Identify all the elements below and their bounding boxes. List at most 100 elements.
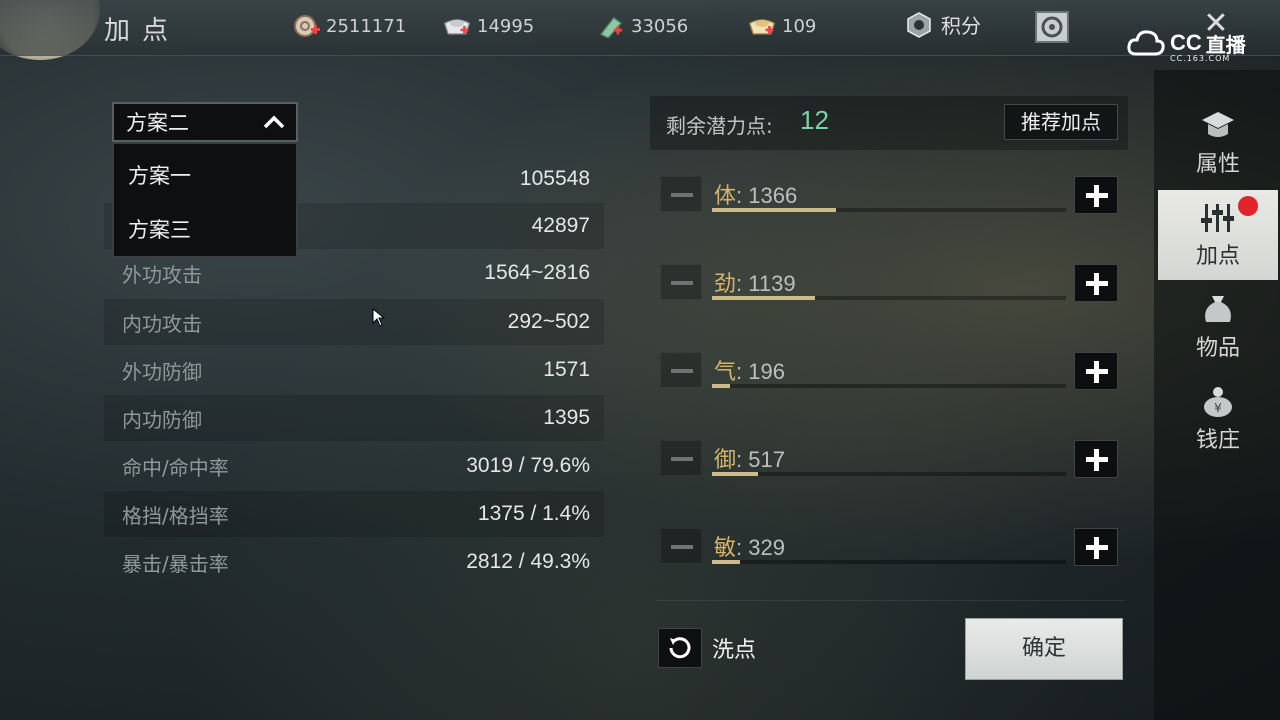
currency-gold[interactable]: 109 [748,12,816,40]
watermark-brand: CC [1170,30,1202,55]
decrease-button[interactable] [660,528,702,564]
attribute-name: 体 [714,184,737,209]
settings-button[interactable] [1032,8,1072,46]
attribute-separator: : [736,447,749,472]
stat-row: 内功防御 1395 [104,395,604,441]
plan-dropdown-menu: 方案一 方案三 [112,144,298,258]
attribute-name: 劲 [714,272,737,297]
money-bag-icon: ¥ [1204,387,1232,417]
stat-row: 外功防御 1571 [104,347,604,393]
cloud-icon [1127,30,1165,56]
attribute-bar-fill [712,472,759,476]
stat-label: 内功攻击 [122,311,202,336]
notification-dot [1238,196,1258,216]
stat-row: 命中/命中率 3019 / 79.6% [104,443,604,489]
attribute-bar-fill [712,208,836,212]
top-bar: 加点 2511171 14995 33056 109 积分 ✕ CC 直播 CC… [0,0,1280,63]
attribute-text: 气: 196 [714,354,785,386]
decrease-button[interactable] [660,264,702,300]
increase-button[interactable] [1074,352,1118,390]
recommend-button[interactable]: 推荐加点 [1004,104,1118,140]
decrease-button[interactable] [660,176,702,212]
attribute-text: 敏: 329 [714,530,785,562]
plan-option[interactable]: 方案一 [128,160,191,190]
cc-live-watermark: CC 直播 CC.163.COM [1126,26,1246,63]
tab-add-points[interactable]: 加点 [1158,190,1278,280]
stat-value: 1564~2816 [484,261,590,284]
attribute-separator: : [736,359,749,384]
plan-dropdown[interactable]: 方案二 [112,102,298,142]
watermark-sub: CC.163.COM [1170,54,1231,63]
currency-jade[interactable]: 33056 [597,12,688,40]
stat-row: 暴击/暴击率 2812 / 49.3% [104,539,604,585]
attribute-value: 196 [748,359,785,384]
confirm-button[interactable]: 确定 [965,618,1123,680]
stat-row: 内功攻击 292~502 [104,299,604,345]
potential-value: 12 [800,105,829,135]
increase-button[interactable] [1074,440,1118,478]
increase-button[interactable] [1074,176,1118,214]
attribute-name: 御 [714,448,737,473]
stat-row: 格挡/格挡率 1375 / 1.4% [104,491,604,537]
stat-label: 外功攻击 [122,262,202,287]
attribute-row-qi: 气: 196 [660,352,1122,402]
side-tabs: 属性 加点 物品 ¥ 钱庄 [1154,70,1280,720]
coin-plus-icon [294,15,320,37]
attribute-bar [712,560,1066,564]
stat-value: 292~502 [507,310,590,333]
badge-icon [907,11,931,38]
attribute-bar-fill [712,560,741,564]
attribute-value: 517 [748,447,785,472]
currency-value: 109 [782,15,817,37]
mouse-cursor-icon [372,308,386,327]
increase-button[interactable] [1074,264,1118,302]
tab-bank[interactable]: ¥ 钱庄 [1158,374,1278,464]
svg-text:¥: ¥ [1214,401,1222,415]
attribute-name: 敏 [714,536,737,561]
reset-label: 洗点 [712,638,757,663]
attribute-bar-fill [712,296,815,300]
reset-icon-frame [658,628,702,668]
attribute-value: 329 [748,535,785,560]
attribute-bar [712,384,1066,388]
page-title: 加点 [104,16,181,46]
reset-points-button[interactable]: 洗点 [658,628,756,668]
tab-items[interactable]: 物品 [1158,282,1278,372]
currency-value: 33056 [631,15,689,37]
currency-coin[interactable]: 2511171 [292,12,406,40]
silver-ingot-plus-icon [443,19,471,35]
tab-attributes[interactable]: 属性 [1158,98,1278,188]
attribute-row-yu: 御: 517 [660,440,1122,490]
currency-silver[interactable]: 14995 [443,12,534,40]
seal-icon [1035,11,1069,43]
increase-button[interactable] [1074,528,1118,566]
stat-value: 42897 [531,214,590,237]
attribute-value: 1139 [748,271,796,296]
stat-value: 1395 [543,406,590,429]
currency-value: 14995 [477,15,535,37]
stat-label: 命中/命中率 [122,455,229,480]
plan-selected-label: 方案二 [126,111,189,135]
reset-icon [669,637,691,659]
stat-label: 外功防御 [122,359,202,384]
attribute-bar [712,296,1066,300]
chevron-up-icon [263,115,285,129]
decrease-button[interactable] [660,352,702,388]
tab-label: 加点 [1195,244,1240,269]
attribute-row-ti: 体: 1366 [660,176,1122,226]
attribute-row-min: 敏: 329 [660,528,1122,578]
attribute-text: 体: 1366 [714,178,797,210]
stat-value: 3019 / 79.6% [466,454,590,477]
attribute-value: 1366 [748,183,798,208]
decrease-button[interactable] [660,440,702,476]
attribute-text: 御: 517 [714,442,785,474]
plan-option[interactable]: 方案三 [128,214,191,244]
stat-label: 格挡/格挡率 [122,503,229,528]
attribute-bar-fill [712,384,730,388]
currency-value: 2511171 [326,15,407,37]
stat-value: 2812 / 49.3% [466,550,590,573]
stat-label: 内功防御 [122,407,202,432]
divider [656,600,1124,601]
score-label: 积分 [941,14,981,38]
score-button[interactable]: 积分 [905,10,981,39]
